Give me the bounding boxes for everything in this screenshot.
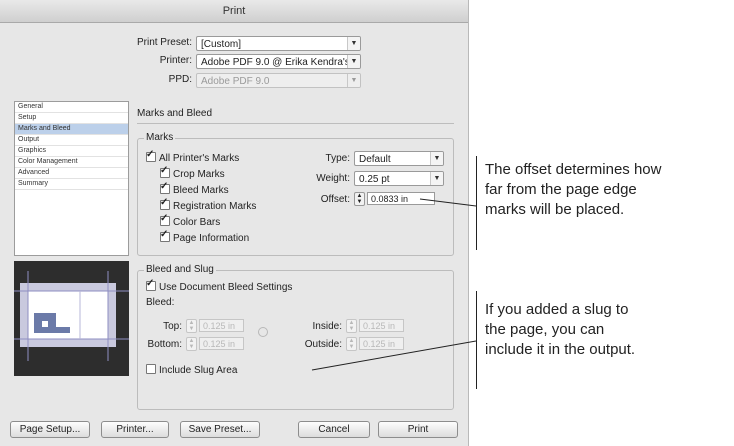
stepper-arrows-icon: ▲ ▼ — [346, 319, 357, 333]
type-value: Default — [359, 154, 391, 165]
checkbox-checked-icon — [160, 197, 170, 210]
stepper-arrows-icon: ▲ ▼ — [346, 337, 357, 351]
bottom-label: Bottom: — [147, 339, 182, 350]
chevron-down-icon: ▼ — [347, 55, 360, 68]
slug-callout-line: If you added a slug to — [485, 301, 629, 318]
sidebar-item-color-management[interactable]: Color Management — [15, 157, 128, 168]
printer-value: Adobe PDF 9.0 @ Erika Kendra's Mac... — [201, 57, 360, 68]
stepper-arrows-icon: ▲ ▼ — [186, 337, 197, 351]
page-preview — [14, 261, 129, 376]
bleed-label: Bleed: — [146, 297, 175, 308]
color-bars-label: Color Bars — [173, 217, 221, 228]
sidebar-item-marks-and-bleed[interactable]: Marks and Bleed — [15, 124, 128, 135]
checkbox-checked-icon — [160, 165, 170, 178]
checkbox-checked-icon — [160, 213, 170, 226]
include-slug-label: Include Slug Area — [159, 365, 238, 376]
cancel-button[interactable]: Cancel — [298, 421, 370, 438]
offset-callout-line: The offset determines how — [485, 161, 662, 178]
sidebar-item-graphics[interactable]: Graphics — [15, 146, 128, 157]
ppd-label: PPD: — [168, 74, 192, 85]
type-select[interactable]: Default ▼ — [354, 151, 444, 166]
chevron-down-icon: ▼ — [430, 152, 443, 165]
stepper-arrows-icon: ▲ ▼ — [186, 319, 197, 333]
offset-input[interactable]: 0.0833 in — [367, 192, 435, 205]
sidebar-item-output[interactable]: Output — [15, 135, 128, 146]
printer-label: Printer: — [159, 55, 192, 66]
marks-group-title: Marks — [144, 132, 176, 143]
print-preset-select[interactable]: [Custom] ▼ — [196, 36, 361, 51]
page-information-checkbox[interactable]: Page Information — [160, 229, 250, 245]
bleed-bottom-stepper: ▲ ▼ 0.125 in — [186, 337, 244, 352]
sidebar-item-summary[interactable]: Summary — [15, 179, 128, 190]
bleed-inside-stepper: ▲ ▼ 0.125 in — [346, 319, 404, 334]
checkbox-unchecked-icon — [146, 364, 156, 374]
bleed-marks-label: Bleed Marks — [173, 185, 229, 196]
category-sidebar: General Setup Marks and Bleed Output Gra… — [14, 101, 129, 256]
crop-marks-checkbox[interactable]: Crop Marks — [160, 165, 225, 181]
weight-value: 0.25 pt — [359, 174, 390, 185]
chain-link-icon — [258, 327, 268, 337]
weight-label: Weight: — [316, 173, 350, 184]
checkbox-checked-icon — [160, 229, 170, 242]
section-title: Marks and Bleed — [137, 108, 213, 119]
bleed-bottom-input: 0.125 in — [199, 337, 244, 350]
color-bars-checkbox[interactable]: Color Bars — [160, 213, 221, 229]
type-label: Type: — [325, 153, 350, 164]
registration-marks-checkbox[interactable]: Registration Marks — [160, 197, 257, 213]
sidebar-item-setup[interactable]: Setup — [15, 113, 128, 124]
slug-callout-bar — [476, 291, 477, 389]
checkbox-checked-icon — [146, 278, 156, 291]
bleed-inside-input: 0.125 in — [359, 319, 404, 332]
outside-label: Outside: — [304, 339, 342, 350]
all-printers-marks-checkbox[interactable]: All Printer's Marks — [146, 149, 240, 165]
use-document-bleed-checkbox[interactable]: Use Document Bleed Settings — [146, 278, 293, 294]
print-dialog: Print Print Preset: [Custom] ▼ Printer: … — [0, 0, 469, 446]
save-preset-button[interactable]: Save Preset... — [180, 421, 260, 438]
ppd-value: Adobe PDF 9.0 — [201, 76, 270, 87]
bleed-top-input: 0.125 in — [199, 319, 244, 332]
section-divider — [137, 123, 454, 124]
use-document-bleed-label: Use Document Bleed Settings — [159, 282, 293, 293]
print-preset-label: Print Preset: — [136, 37, 192, 48]
bleed-slug-group-title: Bleed and Slug — [144, 264, 216, 275]
include-slug-checkbox[interactable]: Include Slug Area — [146, 364, 237, 377]
slug-callout: If you added a slug to the page, you can… — [485, 300, 635, 360]
page-preview-graphic — [14, 271, 129, 361]
inside-label: Inside: — [312, 321, 342, 332]
slug-callout-line: the page, you can — [485, 321, 605, 338]
checkbox-checked-icon — [146, 149, 156, 162]
slug-callout-line: include it in the output. — [485, 341, 636, 358]
print-button[interactable]: Print — [378, 421, 458, 438]
registration-marks-label: Registration Marks — [173, 201, 257, 212]
offset-callout: The offset determines how far from the p… — [485, 160, 661, 220]
page-setup-button[interactable]: Page Setup... — [10, 421, 90, 438]
page-information-label: Page Information — [173, 233, 250, 244]
sidebar-item-advanced[interactable]: Advanced — [15, 168, 128, 179]
offset-callout-line: far from the page edge — [485, 181, 637, 198]
chevron-down-icon: ▼ — [347, 74, 360, 87]
printer-button[interactable]: Printer... — [101, 421, 169, 438]
offset-stepper[interactable]: ▲ ▼ 0.0833 in — [354, 192, 435, 207]
offset-callout-line: marks will be placed. — [485, 201, 625, 218]
stepper-arrows-icon[interactable]: ▲ ▼ — [354, 192, 365, 206]
checkbox-checked-icon — [160, 181, 170, 194]
bleed-marks-checkbox[interactable]: Bleed Marks — [160, 181, 229, 197]
print-preset-value: [Custom] — [201, 39, 242, 50]
ppd-select: Adobe PDF 9.0 ▼ — [196, 73, 361, 88]
printer-select[interactable]: Adobe PDF 9.0 @ Erika Kendra's Mac... ▼ — [196, 54, 361, 69]
offset-label: Offset: — [320, 194, 350, 205]
top-label: Top: — [163, 321, 182, 332]
dialog-title: Print — [0, 0, 468, 23]
chevron-down-icon: ▼ — [430, 172, 443, 185]
chevron-down-icon: ▼ — [347, 37, 360, 50]
offset-callout-bar — [476, 156, 477, 250]
bleed-outside-input: 0.125 in — [359, 337, 404, 350]
weight-select[interactable]: 0.25 pt ▼ — [354, 171, 444, 186]
all-printers-marks-label: All Printer's Marks — [159, 153, 240, 164]
bleed-top-stepper: ▲ ▼ 0.125 in — [186, 319, 244, 334]
crop-marks-label: Crop Marks — [173, 169, 225, 180]
bleed-outside-stepper: ▲ ▼ 0.125 in — [346, 337, 404, 352]
sidebar-item-general[interactable]: General — [15, 102, 128, 113]
